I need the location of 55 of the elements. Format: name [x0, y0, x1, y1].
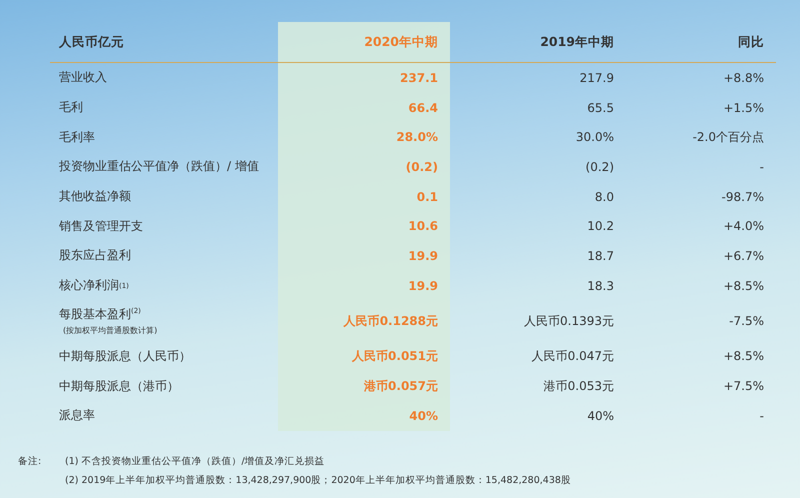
table-cell-text: +6.7% [722, 248, 765, 265]
table-cell-text: +1.5% [722, 100, 765, 117]
row-label: 中期每股派息（人民币） [58, 348, 192, 365]
table-cell-text: +8.5% [722, 348, 765, 366]
table-cell-text: 人民币0.047元 [530, 348, 615, 365]
row-label: 毛利 [58, 99, 84, 116]
row-label: 股东应占盈利 [58, 247, 132, 264]
table-cell-text: 40% [586, 408, 615, 425]
row-label: 中期每股派息（港币） [58, 378, 180, 395]
row-label: 毛利率 [58, 128, 96, 146]
table-cell-text: 8.0 [594, 188, 615, 206]
table-cell-text: 30.0% [574, 129, 615, 146]
row-label: 每股基本盈利$^{(2)}$ [59, 306, 142, 323]
table-cell: 19.9 [278, 241, 450, 271]
table-cell-text: +8.5% [722, 278, 765, 295]
column-header: 同比 [626, 22, 776, 63]
column-header: 2019年中期 [450, 22, 626, 63]
table-cell-text: -2.0个百分点 [692, 128, 765, 146]
table-cell: 237.1 [278, 63, 450, 93]
row-label: 营业收入 [58, 69, 108, 86]
table-cell-text: +4.0% [722, 218, 765, 236]
table-cell-text: - [758, 408, 765, 425]
table-cell: 40% [278, 400, 450, 431]
table-cell: 港币0.057元 [278, 371, 450, 401]
table-cell-text: -7.5% [728, 313, 765, 330]
table-cell-text: 10.2 [586, 218, 615, 236]
table-cell: 28.0% [278, 122, 450, 152]
table-cell: 66.4 [278, 92, 450, 122]
table-cell-text: +7.5% [722, 378, 765, 396]
table-cell: 人民币0.1288元 [278, 300, 450, 342]
column-header: 2020年中期 [278, 22, 450, 63]
table-cell: (0.2) [278, 152, 450, 182]
table-cell-text: (0.2) [584, 158, 615, 176]
table-cell-text: 港币0.053元 [542, 378, 615, 395]
table-cell: 0.1 [278, 182, 450, 212]
table-cell: 10.6 [278, 211, 450, 242]
footnote: (2) 2019年上半年加权平均普通股数：13,428,297,900股；2020年上半年加权平均普通股数：15,482,280,438股 [65, 474, 571, 487]
table-cell-text: 18.3 [586, 278, 615, 295]
table-cell-text: - [758, 158, 765, 176]
row-sublabel: (按加权平均普通股数计算) [62, 325, 158, 336]
row-label: 核心净利润$^{(1)}$ [58, 277, 130, 294]
row-label: 投资物业重估公平值净（跌值）/ 增值 [58, 158, 260, 176]
row-label: 其他收益净额 [58, 188, 132, 206]
table-cell-text: -98.7% [720, 188, 765, 206]
table-cell-text: 217.9 [578, 70, 615, 87]
row-label: 派息率 [58, 407, 96, 424]
footnote: (1) 不含投资物业重估公平值净（跌值）/增值及净汇兑损益 [65, 454, 326, 468]
table-cell-text: +8.8% [722, 70, 765, 87]
table-cell-text: 18.7 [586, 248, 615, 265]
table-cell-text: 65.5 [586, 100, 615, 117]
table-cell: 人民币0.051元 [278, 342, 450, 372]
table-cell: 19.9 [278, 270, 450, 300]
notes-label: 备注: [18, 454, 42, 469]
table-cell-text: 人民币0.1393元 [523, 312, 615, 330]
row-label: 销售及管理开支 [58, 218, 144, 235]
